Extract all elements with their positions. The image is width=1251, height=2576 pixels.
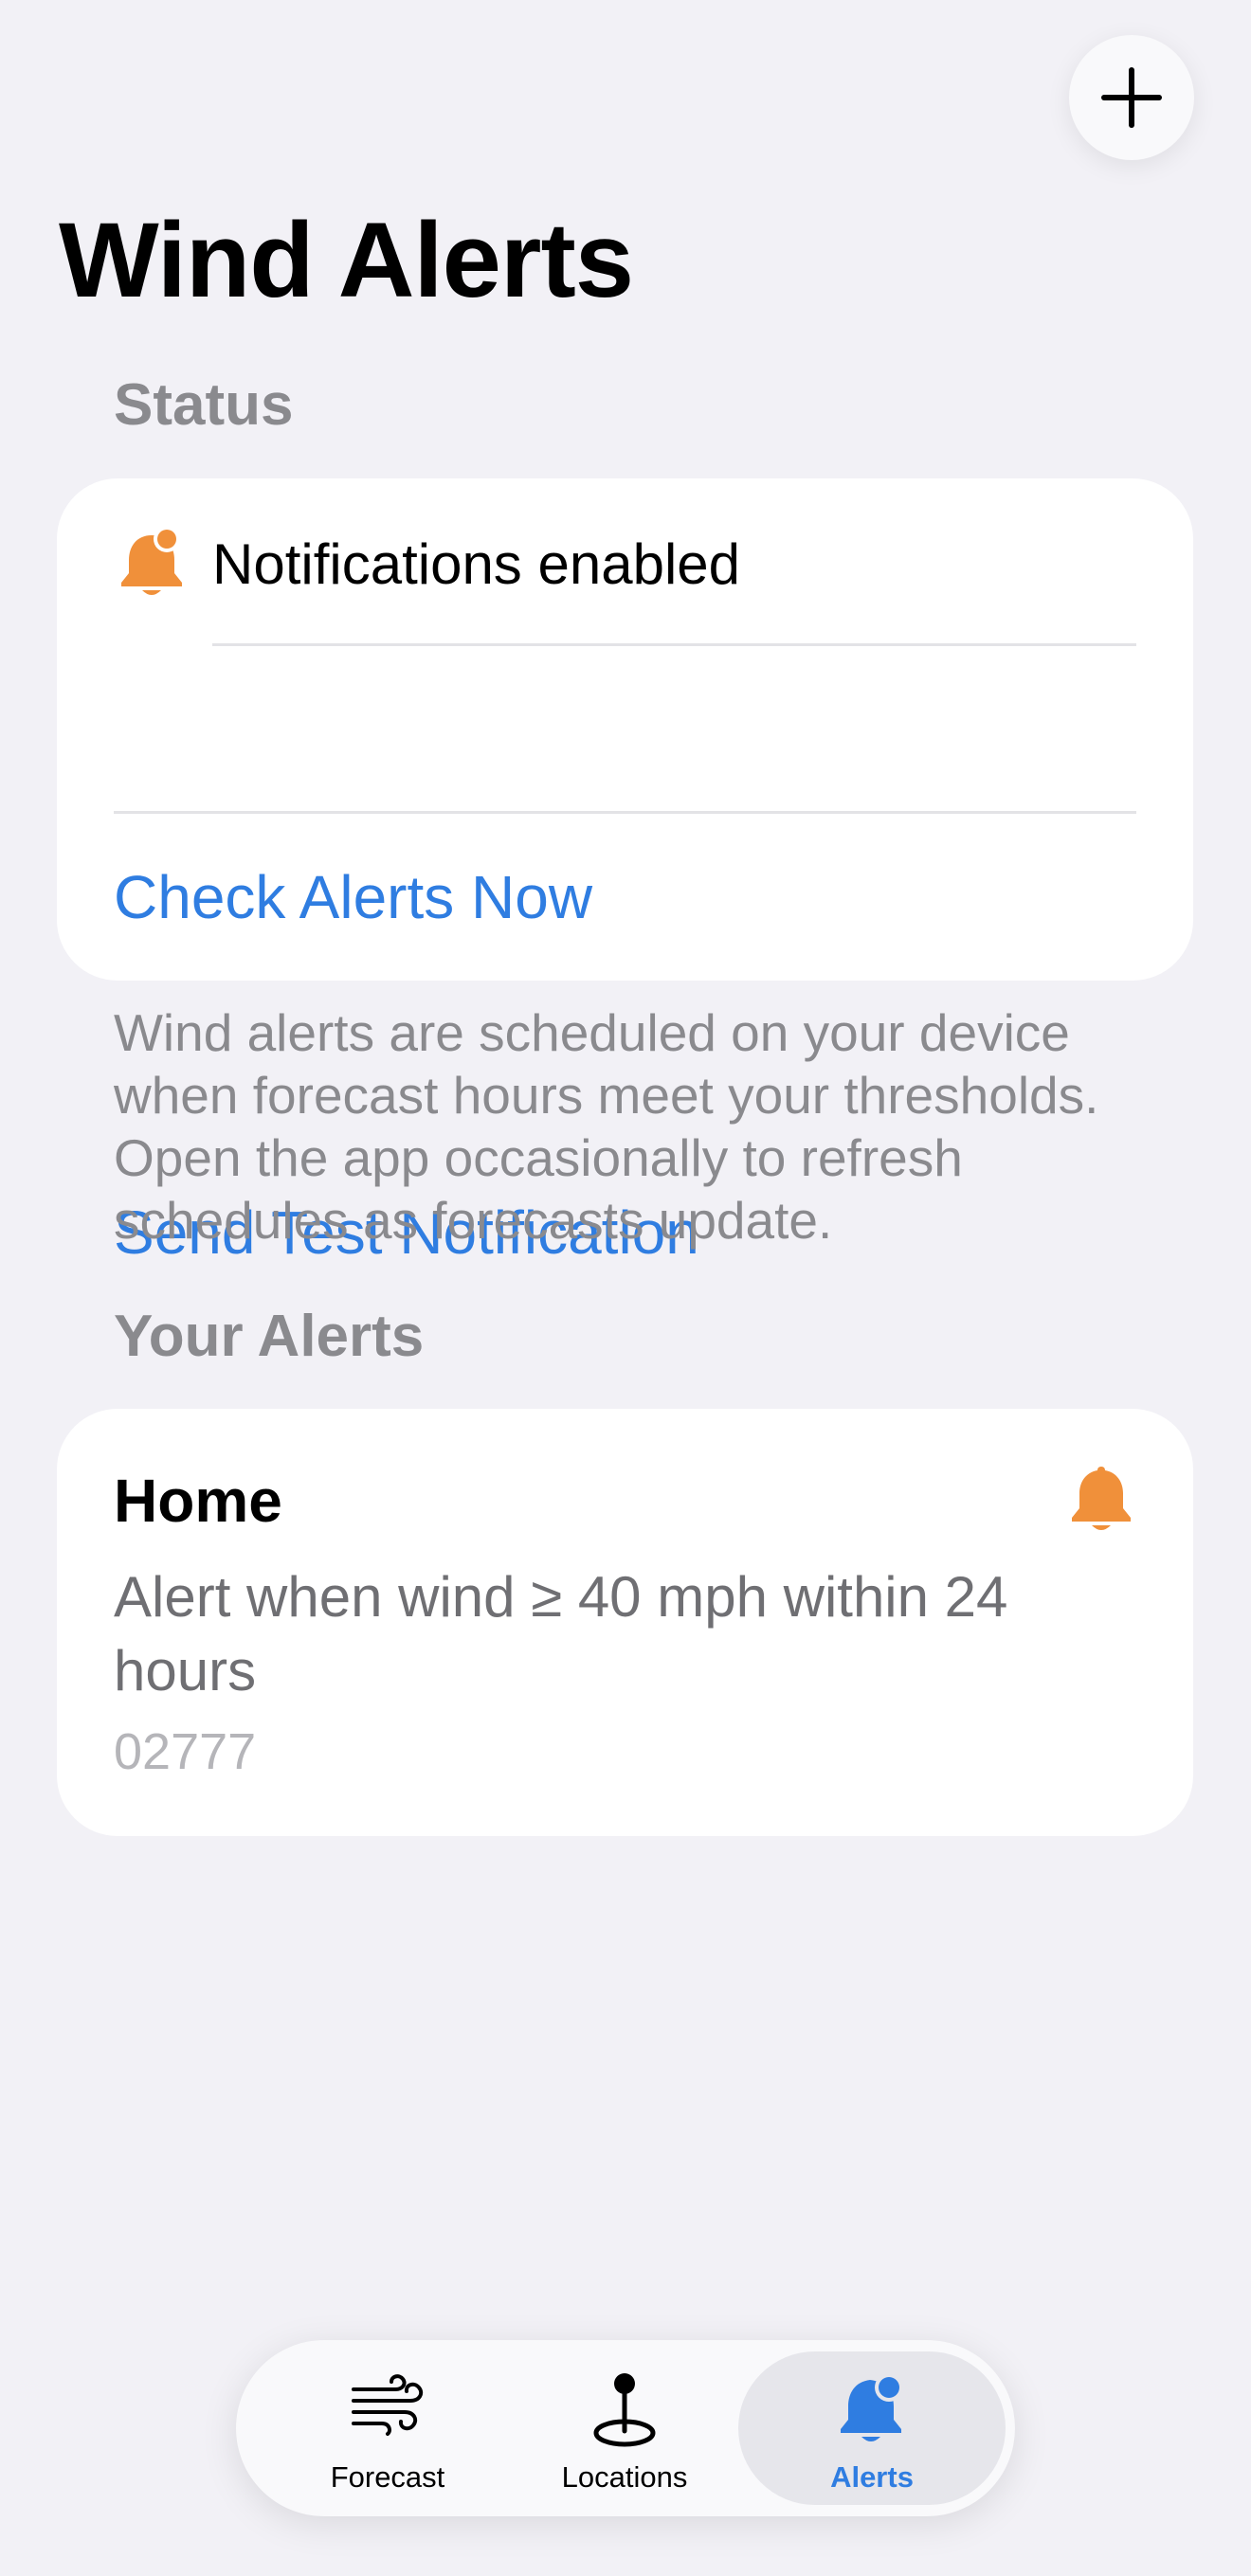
alert-name: Home bbox=[114, 1467, 282, 1535]
alert-card-home[interactable]: Home Alert when wind ≥ 40 mph within 24 … bbox=[57, 1409, 1193, 1836]
alert-description: Alert when wind ≥ 40 mph within 24 hours bbox=[114, 1565, 1008, 1702]
tab-locations-label: Locations bbox=[561, 2460, 688, 2494]
bell-badge-icon bbox=[841, 2373, 903, 2441]
plus-icon bbox=[1101, 67, 1162, 128]
status-section-header: Status bbox=[114, 372, 294, 438]
check-alerts-now-row[interactable]: Check Alerts Now bbox=[57, 646, 1193, 931]
your-alerts-section-header: Your Alerts bbox=[114, 1304, 425, 1369]
tab-alerts[interactable]: Alerts bbox=[738, 2351, 1006, 2505]
location-pin-icon bbox=[593, 2373, 656, 2447]
page-title: Wind Alerts bbox=[59, 201, 634, 319]
bell-badge-icon bbox=[121, 526, 182, 595]
tab-forecast-label: Forecast bbox=[330, 2460, 445, 2494]
notifications-status-row: Notifications enabled bbox=[57, 478, 1193, 646]
alert-location-zip: 02777 bbox=[114, 1723, 257, 1780]
tab-alerts-label: Alerts bbox=[830, 2460, 914, 2494]
wind-alerts-screen: Wind Alerts Status Notifications enabled… bbox=[0, 0, 1251, 2576]
tab-bar: Forecast Locations Alerts bbox=[236, 2340, 1015, 2516]
tab-forecast[interactable]: Forecast bbox=[293, 2351, 482, 2505]
send-test-notification-row[interactable]: Send Test Notification bbox=[57, 814, 1193, 1267]
add-alert-button[interactable] bbox=[1069, 35, 1194, 160]
tab-locations[interactable]: Locations bbox=[530, 2351, 719, 2505]
status-footer-text: Wind alerts are scheduled on your device… bbox=[114, 1003, 1099, 1250]
bell-icon bbox=[1072, 1467, 1131, 1530]
status-card: Notifications enabled Check Alerts Now S… bbox=[57, 478, 1193, 1267]
notifications-status-label: Notifications enabled bbox=[212, 532, 741, 596]
wind-icon bbox=[352, 2374, 424, 2436]
